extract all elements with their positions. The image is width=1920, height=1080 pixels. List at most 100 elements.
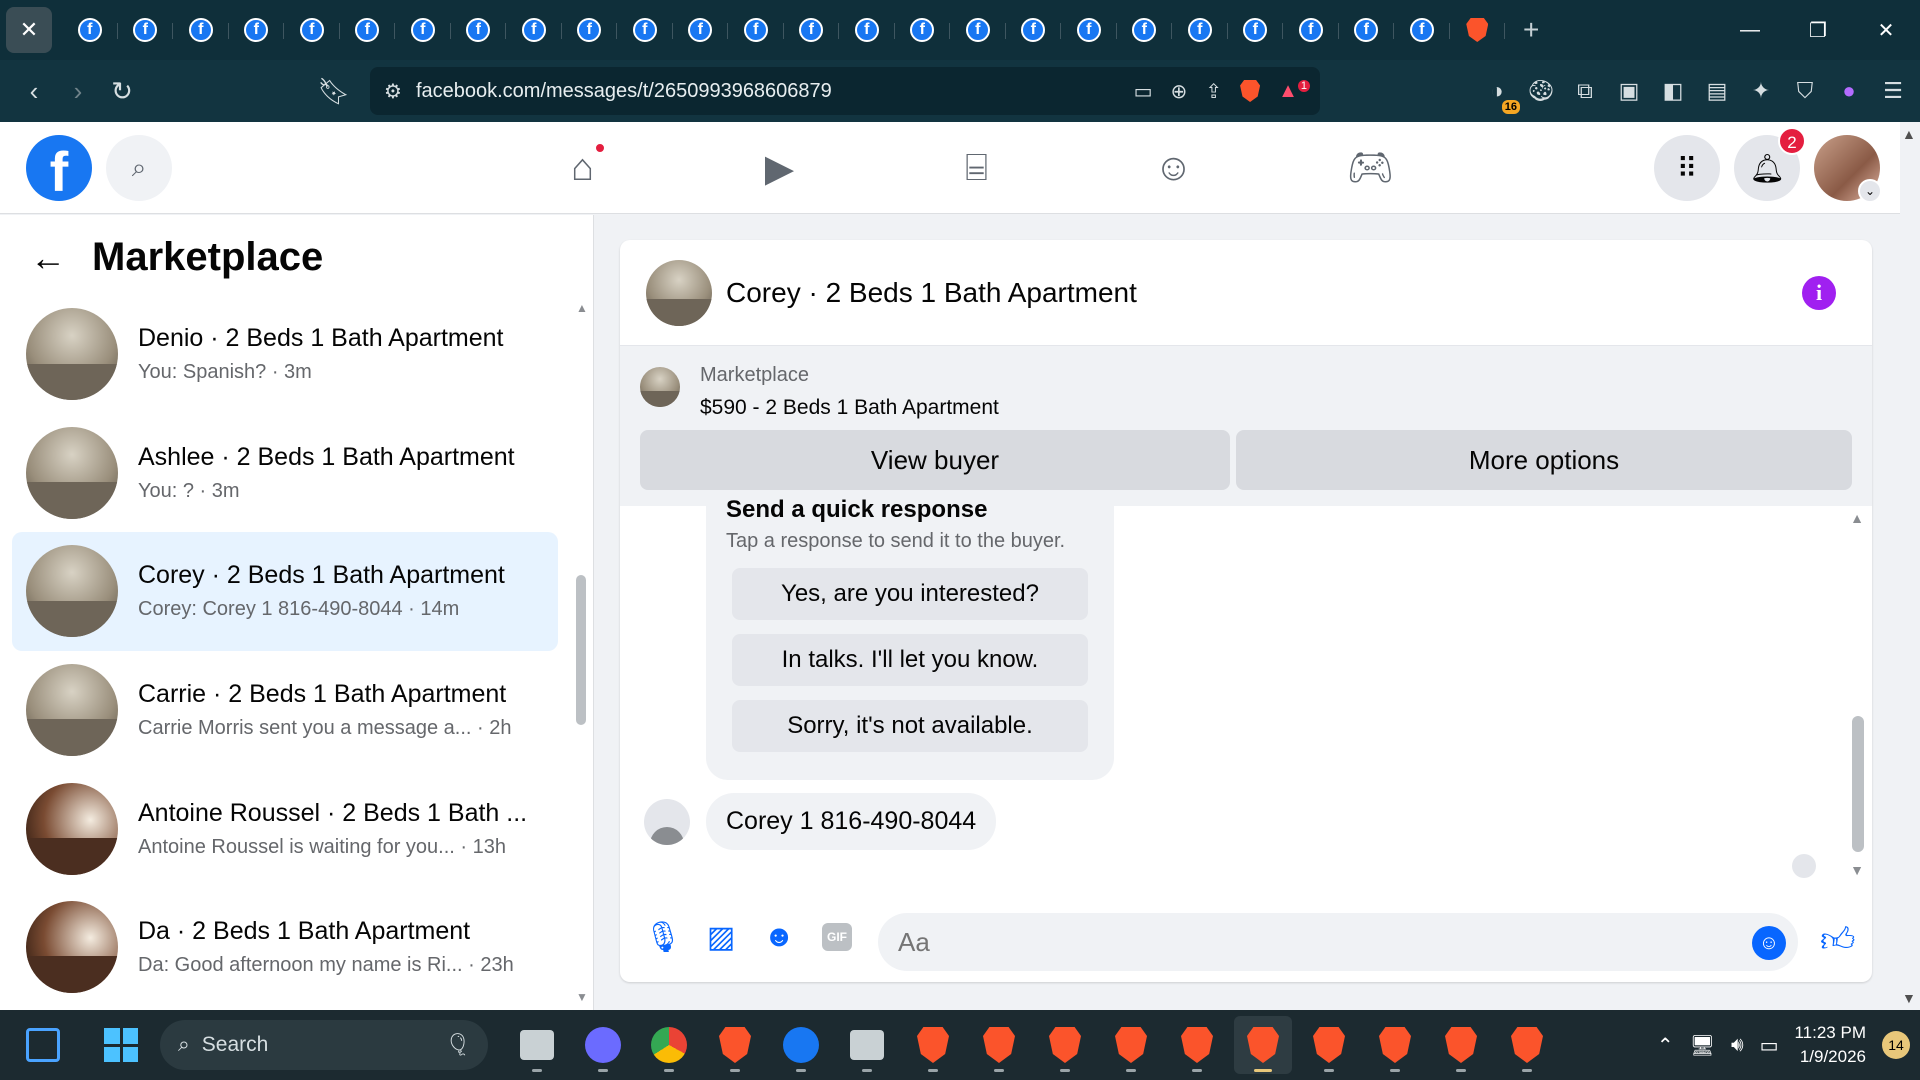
clock[interactable]: 11:23 PM 1/9/2026	[1794, 1021, 1866, 1069]
chat-list-item[interactable]: Da · 2 Beds 1 Bath Apartment Da: Good aft…	[12, 888, 558, 1007]
menu-grid-icon[interactable]: ⠿	[1654, 135, 1720, 201]
leo-icon[interactable]: ✦	[1746, 78, 1776, 104]
browser-tab[interactable]: f	[1228, 7, 1284, 53]
conversation-title[interactable]: Corey · 2 Beds 1 Bath Apartment	[726, 277, 1137, 309]
browser-tab[interactable]: f	[284, 7, 340, 53]
message-bubble[interactable]: Corey 1 816-490-8044	[706, 793, 997, 850]
brave-window-icon[interactable]	[1102, 1016, 1160, 1074]
chat-list-item[interactable]: Corey · 2 Beds 1 Bath Apartment Corey: Co…	[12, 532, 558, 651]
view-buyer-button[interactable]: View buyer	[640, 430, 1230, 490]
browser-tab[interactable]: f	[506, 7, 562, 53]
browser-tab[interactable]: f	[1006, 7, 1062, 53]
reload-icon[interactable]: ↻	[100, 69, 144, 113]
sender-avatar[interactable]	[644, 798, 690, 845]
browser-tab[interactable]: f	[173, 7, 229, 53]
browser-tab[interactable]: f	[895, 7, 951, 53]
scroll-up-icon[interactable]: ▲	[1850, 510, 1864, 526]
chat-list-item[interactable]: Carrie · 2 Beds 1 Bath Apartment Carrie M…	[12, 651, 558, 770]
conversation-avatar[interactable]	[646, 259, 712, 326]
chat-list-item[interactable]: Antoine Roussel · 2 Beds 1 Bath ... Antoi…	[12, 769, 558, 888]
meet-icon[interactable]	[574, 1016, 632, 1074]
browser-tab[interactable]: f	[728, 7, 784, 53]
browser-tab[interactable]: f	[1117, 7, 1173, 53]
info-icon[interactable]: i	[1802, 276, 1836, 310]
url-text[interactable]: facebook.com/messages/t/2650993968606879	[416, 80, 832, 103]
browser-tab[interactable]: f	[451, 7, 507, 53]
browser-tab[interactable]	[1450, 7, 1506, 53]
page-scroll-up-icon[interactable]: ▲	[1902, 126, 1916, 142]
quick-reply-interested-button[interactable]: Yes, are you interested?	[732, 568, 1088, 620]
browser-tab[interactable]: f	[673, 7, 729, 53]
brave-rewards-icon[interactable]: ▲ 1	[1278, 80, 1310, 103]
home-icon[interactable]: ⌂	[484, 122, 681, 214]
page-scroll-down-icon[interactable]: ▼	[1902, 990, 1916, 1006]
quick-reply-not-available-button[interactable]: Sorry, it's not available.	[732, 700, 1088, 752]
bookmark-icon[interactable]: 🔖︎	[312, 69, 356, 113]
zoom-icon[interactable]: ⊕	[1171, 79, 1188, 104]
cookie-icon[interactable]: 🍪︎	[1526, 78, 1556, 104]
account-avatar[interactable]: ⌄	[1814, 135, 1882, 203]
video-icon[interactable]: ▶︎	[681, 122, 878, 214]
facebook-logo[interactable]: f	[26, 135, 92, 201]
scroll-down-icon[interactable]: ▼	[576, 990, 588, 1004]
brave-window-icon[interactable]	[1300, 1016, 1358, 1074]
microphone-icon[interactable]: 🎙︎	[634, 917, 692, 957]
marketplace-icon[interactable]: ⌸	[878, 122, 1075, 214]
sidebar-icon[interactable]: ◧	[1658, 78, 1688, 104]
address-bar[interactable]: ⚙︎ facebook.com/messages/t/2650993968606…	[370, 67, 1320, 115]
conversation-scrollbar[interactable]	[1852, 716, 1864, 852]
brave-window-icon[interactable]	[1234, 1016, 1292, 1074]
gif-icon[interactable]: GIF	[808, 917, 866, 957]
message-input[interactable]	[878, 913, 1798, 971]
volume-icon[interactable]: 🔊︎	[1731, 1034, 1744, 1057]
brave-window-icon[interactable]	[904, 1016, 962, 1074]
back-arrow-icon[interactable]: ←	[30, 237, 66, 279]
brave-shields-icon[interactable]	[1240, 80, 1261, 102]
sticker-icon[interactable]: ☻	[750, 917, 808, 957]
brave-window-icon[interactable]	[1036, 1016, 1094, 1074]
app-icon[interactable]	[838, 1016, 896, 1074]
browser-tab[interactable]: f	[950, 7, 1006, 53]
chevron-up-icon[interactable]: ⌃	[1657, 1033, 1674, 1058]
notifications-bell-icon[interactable]: 🔔︎ 2	[1734, 127, 1806, 201]
puzzle-icon[interactable]: ⧉	[1570, 78, 1600, 104]
chrome-icon[interactable]	[640, 1016, 698, 1074]
thumbs-up-icon[interactable]: 👍︎	[1820, 920, 1856, 961]
share-icon[interactable]: ⇪	[1205, 79, 1222, 104]
brave-window-icon[interactable]	[1168, 1016, 1226, 1074]
browser-tab[interactable]: f	[617, 7, 673, 53]
scroll-down-icon[interactable]: ▼	[1850, 862, 1864, 878]
task-view-icon[interactable]	[508, 1016, 566, 1074]
gaming-icon[interactable]: 🎮︎	[1272, 122, 1469, 214]
emoji-icon[interactable]: ☺	[1752, 926, 1786, 960]
close-window-icon[interactable]: ✕	[1852, 0, 1920, 60]
brave-browser-icon[interactable]	[706, 1016, 764, 1074]
brave-window-icon[interactable]	[1366, 1016, 1424, 1074]
brave-window-icon[interactable]	[970, 1016, 1028, 1074]
browser-tab[interactable]: f	[118, 7, 174, 53]
start-icon[interactable]	[92, 1016, 150, 1074]
menu-icon[interactable]: ☰	[1878, 78, 1908, 104]
restore-icon[interactable]: ❐	[1784, 0, 1852, 60]
browser-tab[interactable]: f	[1061, 7, 1117, 53]
groups-icon[interactable]: ☺︎	[1075, 122, 1272, 214]
more-options-button[interactable]: More options	[1236, 430, 1852, 490]
browser-tab[interactable]: f	[229, 7, 285, 53]
search-icon[interactable]: ⌕	[106, 135, 172, 201]
profile-icon[interactable]: ●	[1834, 78, 1864, 104]
brave-window-icon[interactable]	[1432, 1016, 1490, 1074]
notification-center-badge[interactable]: 14	[1882, 1031, 1910, 1059]
browser-tab[interactable]: f	[1394, 7, 1450, 53]
quick-reply-in-talks-button[interactable]: In talks. I'll let you know.	[732, 634, 1088, 686]
browser-tab[interactable]: f	[1283, 7, 1339, 53]
back-icon[interactable]: ‹	[12, 69, 56, 113]
site-settings-icon[interactable]: ⚙︎	[384, 79, 402, 104]
browser-tab[interactable]: f	[62, 7, 118, 53]
wallet-icon[interactable]: ▤	[1702, 78, 1732, 104]
listing-thumbnail[interactable]	[640, 367, 680, 407]
browser-tab[interactable]: f	[1172, 7, 1228, 53]
browser-tab[interactable]: f	[1339, 7, 1395, 53]
browser-tab[interactable]: f	[839, 7, 895, 53]
close-tab-icon[interactable]: ✕	[6, 7, 52, 53]
minimize-icon[interactable]: —	[1716, 0, 1784, 60]
